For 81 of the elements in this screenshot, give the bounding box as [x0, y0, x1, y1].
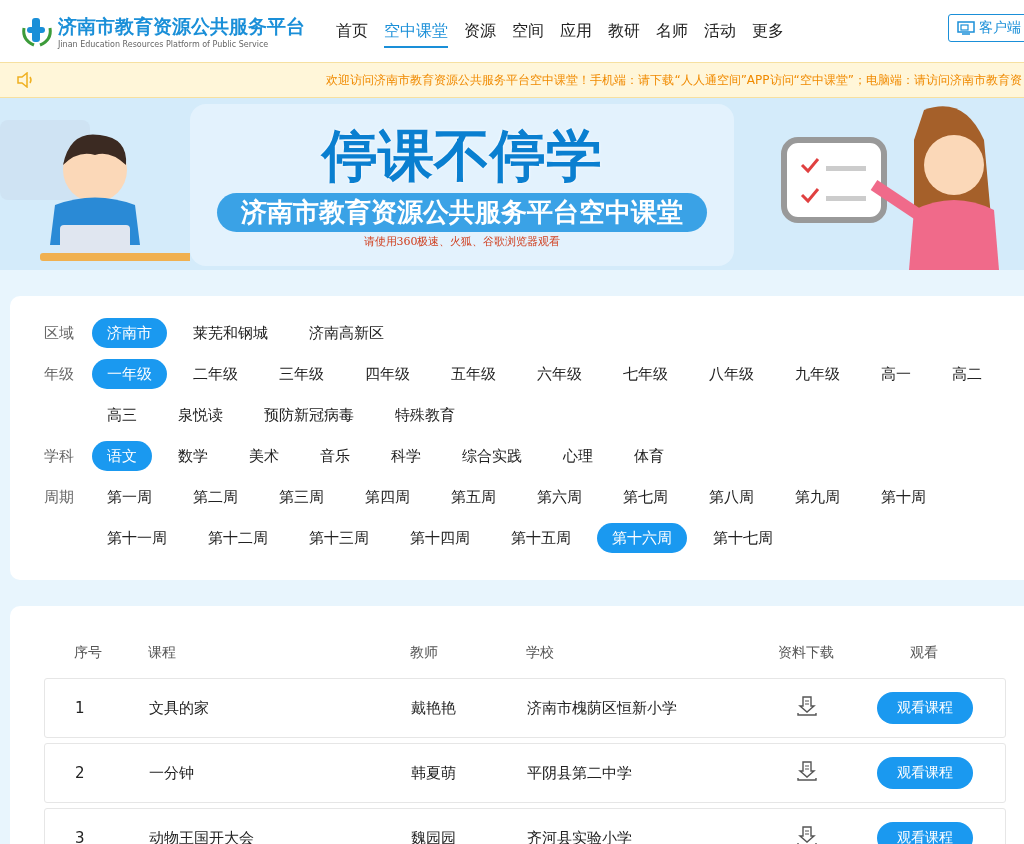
filter-option[interactable]: 高三 [92, 400, 152, 430]
banner-headline: 停课不停学 [322, 122, 602, 190]
table-cell-text: 3 [74, 829, 86, 844]
filter-option[interactable]: 第七周 [608, 482, 683, 512]
column-header: 学校 [526, 644, 555, 662]
nav-tab[interactable]: 应用 [560, 14, 592, 48]
filter-option[interactable]: 第三周 [264, 482, 339, 512]
download-icon[interactable] [796, 695, 818, 717]
filter-option[interactable]: 第六周 [522, 482, 597, 512]
filter-option[interactable]: 第一周 [92, 482, 167, 512]
nav-tab[interactable]: 首页 [336, 14, 368, 48]
filter-option[interactable]: 特殊教育 [380, 400, 470, 430]
column-header: 序号 [73, 644, 103, 662]
notice-text: 欢迎访问济南市教育资源公共服务平台空中课堂！手机端：请下载“人人通空间”APP访问“空中课堂”；电脑端：请访问济南市教育资 [326, 71, 1022, 89]
table-cell-text: 韩夏萌 [411, 763, 457, 783]
client-button[interactable]: 客户端 [948, 14, 1024, 42]
nav-tab[interactable]: 活动 [704, 14, 736, 48]
filter-option[interactable]: 二年级 [178, 359, 253, 389]
filter-option[interactable]: 综合实践 [447, 441, 537, 471]
table-cell-text: 1 [74, 699, 86, 717]
filter-option[interactable]: 第二周 [178, 482, 253, 512]
filter-option[interactable]: 四年级 [350, 359, 425, 389]
filter-option[interactable]: 第十五周 [496, 523, 586, 553]
column-header: 课程 [148, 644, 177, 662]
filter-option[interactable]: 济南高新区 [294, 318, 399, 348]
site-title: 济南市教育资源公共服务平台 [58, 13, 305, 39]
filter-option[interactable]: 体育 [619, 441, 679, 471]
filter-option[interactable]: 六年级 [522, 359, 597, 389]
filter-label: 区域 [44, 323, 75, 344]
column-header: 教师 [410, 644, 439, 662]
filter-option[interactable]: 第十二周 [193, 523, 283, 553]
filter-option[interactable]: 心理 [548, 441, 608, 471]
table-cell-text: 济南市槐荫区恒新小学 [527, 698, 678, 718]
filter-label: 年级 [44, 364, 75, 385]
nav-tab[interactable]: 资源 [464, 14, 496, 48]
filter-option[interactable]: 高二 [937, 359, 997, 389]
table-cell-text: 一分钟 [149, 763, 195, 783]
nav-tab[interactable]: 更多 [752, 14, 784, 48]
filter-option[interactable]: 第五周 [436, 482, 511, 512]
filter-option[interactable]: 五年级 [436, 359, 511, 389]
monitor-icon [957, 21, 975, 35]
banner-note: 请使用360极速、火狐、谷歌浏览器观看 [363, 234, 561, 249]
filter-option[interactable]: 泉悦读 [163, 400, 238, 430]
filter-option[interactable]: 数学 [163, 441, 223, 471]
table-cell-text: 戴艳艳 [411, 698, 457, 718]
filter-option[interactable]: 九年级 [780, 359, 855, 389]
table-cell-text: 齐河县实验小学 [527, 828, 633, 844]
filter-option[interactable]: 第十四周 [395, 523, 485, 553]
filter-option[interactable]: 第八周 [694, 482, 769, 512]
filter-label: 周期 [44, 487, 75, 508]
nav-tab[interactable]: 名师 [656, 14, 688, 48]
filter-option[interactable]: 音乐 [305, 441, 365, 471]
table-cell-text: 魏园园 [411, 828, 457, 844]
filter-option[interactable]: 第九周 [780, 482, 855, 512]
filter-option[interactable]: 第四周 [350, 482, 425, 512]
table-cell-text: 动物王国开大会 [149, 828, 255, 844]
filter-option[interactable]: 莱芜和钢城 [178, 318, 283, 348]
nav-tab[interactable]: 空间 [512, 14, 544, 48]
filter-option[interactable]: 第十七周 [698, 523, 788, 553]
table-cell-text: 平阴县第二中学 [527, 763, 633, 783]
filter-option[interactable]: 三年级 [264, 359, 339, 389]
filter-label: 学科 [44, 446, 75, 467]
filter-option[interactable]: 美术 [234, 441, 294, 471]
column-header: 资料下载 [777, 644, 835, 662]
filter-option[interactable]: 高一 [866, 359, 926, 389]
nav-tab[interactable]: 空中课堂 [384, 14, 448, 48]
filter-option[interactable]: 第十三周 [294, 523, 384, 553]
table-cell-text: 2 [74, 764, 86, 782]
filter-option[interactable]: 八年级 [694, 359, 769, 389]
download-icon[interactable] [796, 825, 818, 844]
filter-option[interactable]: 科学 [376, 441, 436, 471]
site-subtitle: Jinan Education Resources Platform of Public Service [58, 39, 270, 49]
filter-option[interactable]: 七年级 [608, 359, 683, 389]
filter-option[interactable]: 第十周 [866, 482, 941, 512]
banner-subtitle: 济南市教育资源公共服务平台空中课堂 [217, 193, 707, 232]
table-cell-text: 文具的家 [149, 698, 210, 718]
nav-tab[interactable]: 教研 [608, 14, 640, 48]
filter-option[interactable]: 预防新冠病毒 [249, 400, 369, 430]
column-header: 观看 [909, 644, 939, 662]
download-icon[interactable] [796, 760, 818, 782]
filter-option[interactable]: 第十一周 [92, 523, 182, 553]
